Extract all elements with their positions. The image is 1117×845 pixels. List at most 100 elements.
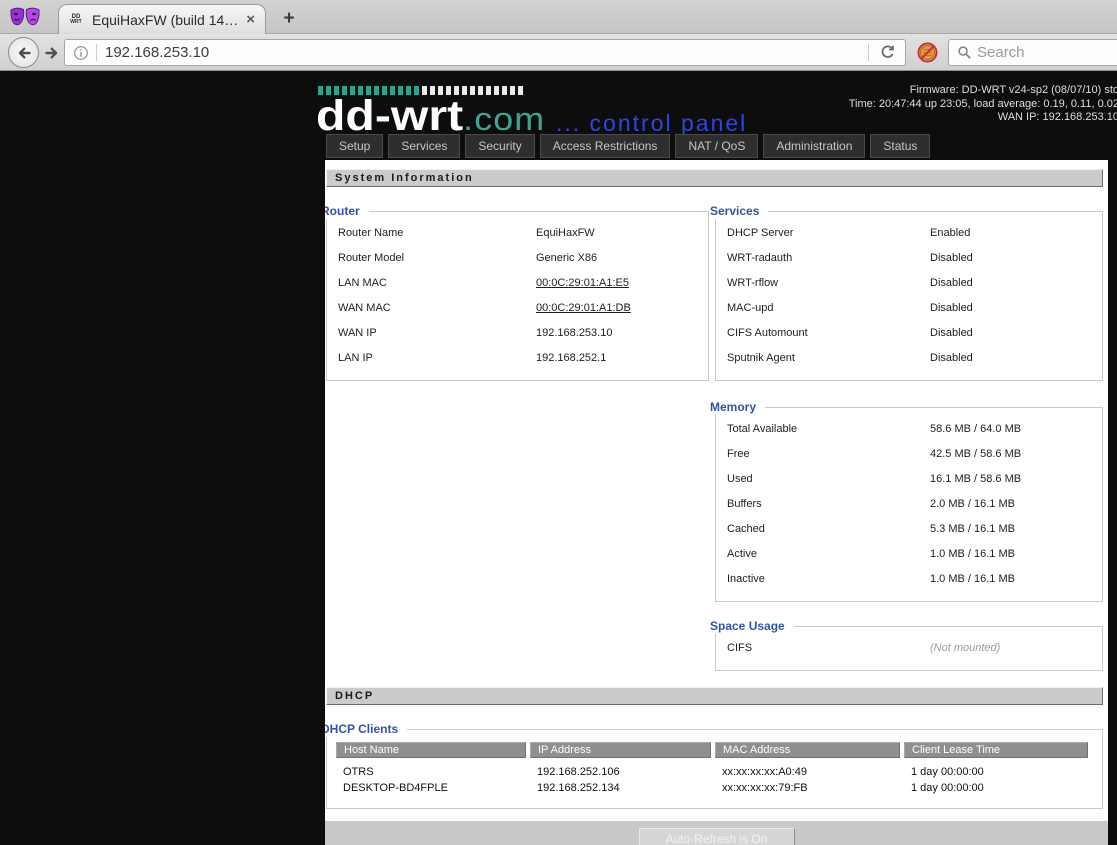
wrt-radauth-status: Disabled <box>930 251 973 264</box>
mac-upd-status: Disabled <box>930 301 973 314</box>
services-section: Services DHCP Server Enabled WRT-radauth D… <box>710 204 1103 381</box>
info-row: Router Model Generic X86 <box>327 245 708 270</box>
memory-total-value: 58.6 MB / 64.0 MB <box>930 422 1022 435</box>
router-model-value: Generic X86 <box>536 251 598 264</box>
lan-ip-value: 192.168.252.1 <box>536 351 607 364</box>
logo-main-text: dd-wrt <box>316 92 464 140</box>
site-info-icon[interactable] <box>65 45 96 61</box>
memory-used-value: 16.1 MB / 58.6 MB <box>930 472 1022 485</box>
nav-tab-status[interactable]: Status <box>870 134 931 158</box>
page-footer: Auto-Refresh is On <box>325 821 1108 845</box>
firmware-line: Firmware: DD-WRT v24-sp2 (08/07/10) std <box>909 84 1117 96</box>
info-row: Total Available 58.6 MB / 64.0 MB <box>716 416 1102 441</box>
memory-inactive-value: 1.0 MB / 16.1 MB <box>930 572 1015 585</box>
browser-nav-bar <box>0 34 1117 71</box>
browser-tab[interactable]: DD WRT EquiHaxFW (build 14… × <box>58 4 266 34</box>
info-row: DHCP Server Enabled <box>716 220 1102 245</box>
sputnik-agent-status: Disabled <box>930 351 973 364</box>
memory-section-legend: Memory <box>710 400 766 415</box>
info-row: Free 42.5 MB / 58.6 MB <box>716 441 1102 466</box>
dhcp-clients-section: DHCP Clients Host Name IP Address MAC Ad… <box>325 722 1103 809</box>
info-row: Router Name EquiHaxFW <box>327 220 708 245</box>
dd-wrt-favicon-icon: DD WRT <box>70 13 82 25</box>
dhcp-clients-legend: DHCP Clients <box>325 722 408 737</box>
nav-tab-services[interactable]: Services <box>388 134 461 158</box>
info-row: WAN IP 192.168.253.10 <box>327 320 708 345</box>
dhcp-header: DHCP <box>326 687 1103 705</box>
time-line: Time: 20:47:44 up 23:05, load average: 0… <box>848 97 1117 110</box>
close-icon[interactable]: × <box>244 11 257 28</box>
plugin-blocked-icon[interactable] <box>917 42 938 63</box>
search-bar <box>948 39 1117 66</box>
cifs-mount-status: (Not mounted) <box>930 641 1001 654</box>
info-row: LAN IP 192.168.252.1 <box>327 345 708 370</box>
nav-tab-administration[interactable]: Administration <box>763 134 866 158</box>
new-tab-button[interactable]: + <box>276 8 302 30</box>
dhcp-server-status: Enabled <box>930 226 971 239</box>
ddwrt-page: dd-wrt.com ... control panel Firmware: D… <box>0 71 1117 845</box>
back-button[interactable] <box>8 37 39 68</box>
firmware-info: Firmware: DD-WRT v24-sp2 (08/07/10) std … <box>849 84 1117 125</box>
url-bar <box>64 39 906 66</box>
reload-icon[interactable] <box>869 44 905 61</box>
dhcp-table-header: Host Name IP Address MAC Address Client … <box>336 742 1093 758</box>
info-row: CIFS Automount Disabled <box>716 320 1102 345</box>
col-header-lease-time: Client Lease Time <box>904 742 1088 758</box>
col-header-ip-address: IP Address <box>530 742 711 758</box>
url-input[interactable] <box>97 44 868 61</box>
wan-mac-link[interactable]: 00:0C:29:01:A1:DB <box>536 302 708 314</box>
col-header-mac-address: MAC Address <box>715 742 900 758</box>
screen: DD WRT EquiHaxFW (build 14… × + 192.168.… <box>0 0 1117 845</box>
wrt-rflow-status: Disabled <box>930 276 973 289</box>
services-section-legend: Services <box>710 204 769 219</box>
memory-active-value: 1.0 MB / 16.1 MB <box>930 547 1015 560</box>
auto-refresh-button[interactable]: Auto-Refresh is On <box>638 828 795 845</box>
memory-free-value: 42.5 MB / 58.6 MB <box>930 447 1022 460</box>
browser-tab-title: EquiHaxFW (build 14… <box>92 11 238 28</box>
dhcp-client-row: DESKTOP-BD4FPLE 192.168.252.134 xx:xx:xx… <box>343 782 984 794</box>
content-panel: System Information Router Router Name Equ… <box>325 160 1108 845</box>
nav-tab-access-restrictions[interactable]: Access Restrictions <box>539 134 671 158</box>
wan-ip-value: 192.168.253.10 <box>536 326 613 339</box>
info-row: Active 1.0 MB / 16.1 MB <box>716 541 1102 566</box>
forward-arrow-icon <box>45 47 58 59</box>
info-row: MAC-upd Disabled <box>716 295 1102 320</box>
nav-tab-nat-qos[interactable]: NAT / QoS <box>675 134 759 158</box>
nav-tab-security[interactable]: Security <box>465 134 535 158</box>
theater-mask-icon[interactable] <box>9 5 41 31</box>
nav-tab-setup[interactable]: Setup <box>326 134 384 158</box>
theater-mask-icon-svg <box>10 7 40 26</box>
memory-cached-value: 5.3 MB / 16.1 MB <box>930 522 1015 535</box>
dhcp-client-row: OTRS 192.168.252.106 xx:xx:xx:xx:A0:49 1… <box>343 766 984 778</box>
lan-mac-link[interactable]: 00:0C:29:01:A1:E5 <box>536 277 708 289</box>
browser-tab-strip: DD WRT EquiHaxFW (build 14… × + <box>0 0 1117 34</box>
forward-button[interactable] <box>42 44 62 62</box>
info-row: Buffers 2.0 MB / 16.1 MB <box>716 491 1102 516</box>
back-arrow-icon <box>18 47 31 58</box>
router-section-legend: Router <box>325 204 369 219</box>
memory-buffers-value: 2.0 MB / 16.1 MB <box>930 497 1015 510</box>
space-usage-section-legend: Space Usage <box>710 619 794 634</box>
col-header-host-name: Host Name <box>336 742 526 758</box>
info-row: WRT-rflow Disabled <box>716 270 1102 295</box>
router-section: Router Router Name EquiHaxFW Router Model… <box>325 204 709 381</box>
info-row: Used 16.1 MB / 58.6 MB <box>716 466 1102 491</box>
cifs-automount-status: Disabled <box>930 326 973 339</box>
system-information-header: System Information <box>326 169 1103 187</box>
info-row: Inactive 1.0 MB / 16.1 MB <box>716 566 1102 591</box>
wan-ip-line: WAN IP: 192.168.253.10 <box>997 111 1117 123</box>
search-icon <box>949 45 977 60</box>
info-row: Cached 5.3 MB / 16.1 MB <box>716 516 1102 541</box>
logo-tld-text: .com <box>463 101 546 137</box>
logo-tagline: ... control panel <box>556 110 748 136</box>
info-row: Sputnik Agent Disabled <box>716 345 1102 370</box>
memory-section: Memory Total Available 58.6 MB / 64.0 MB … <box>710 400 1103 602</box>
info-row: WRT-radauth Disabled <box>716 245 1102 270</box>
info-row: WAN MAC 00:0C:29:01:A1:DB <box>327 295 708 320</box>
search-input[interactable] <box>977 44 1117 61</box>
router-name-value: EquiHaxFW <box>536 226 595 239</box>
main-nav-tabs: Setup Services Security Access Restricti… <box>326 134 931 158</box>
space-usage-section: Space Usage CIFS (Not mounted) <box>710 619 1103 671</box>
info-row: CIFS (Not mounted) <box>716 635 1102 660</box>
info-row: LAN MAC 00:0C:29:01:A1:E5 <box>327 270 708 295</box>
